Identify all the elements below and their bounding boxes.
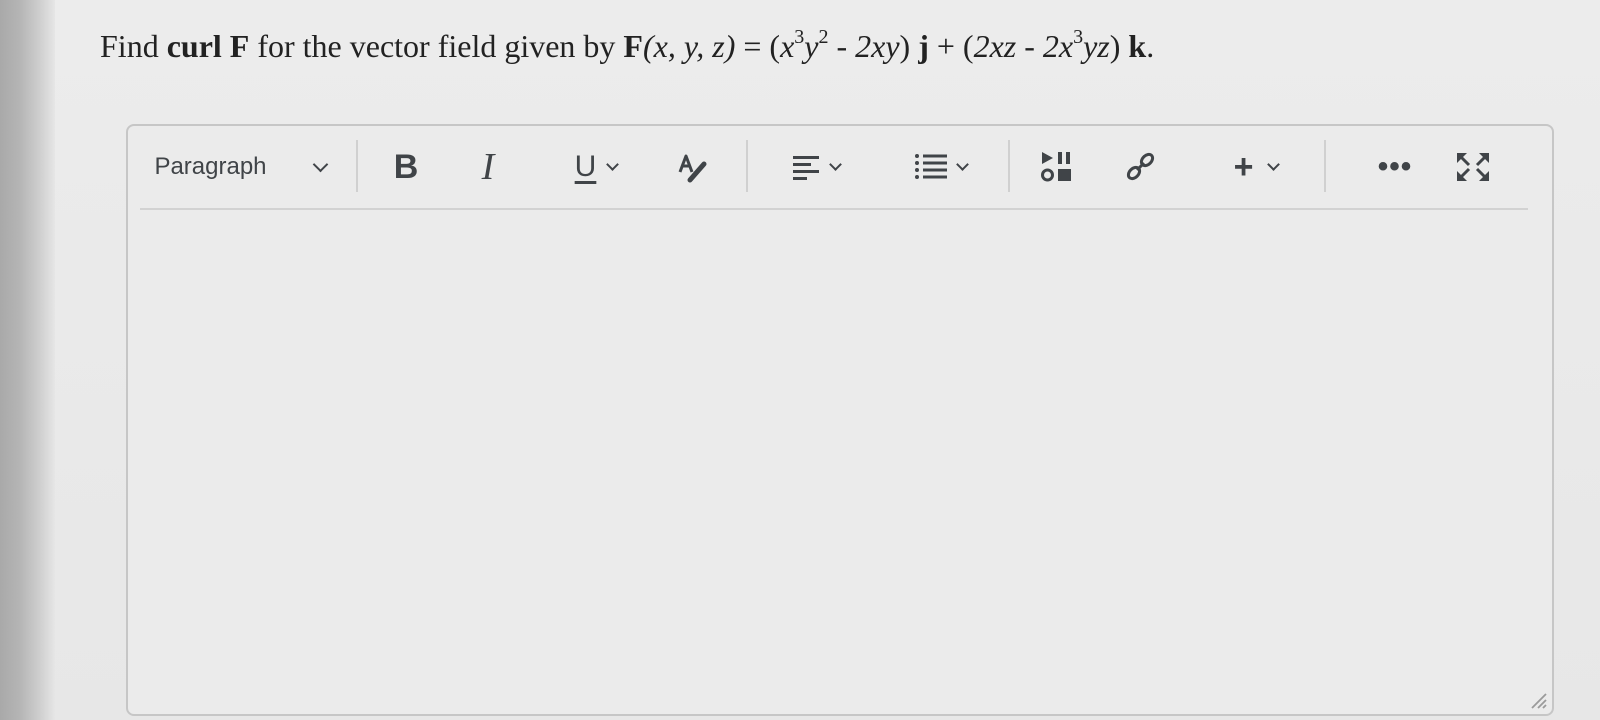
toolbar-separator (356, 140, 358, 192)
toolbar-divider (140, 208, 1528, 210)
chevron-down-icon (828, 157, 842, 171)
italic-button[interactable]: I (466, 146, 510, 188)
question-text: Find curl F for the vector field given b… (100, 26, 1155, 64)
fullscreen-button[interactable] (1448, 146, 1498, 188)
list-dropdown[interactable] (900, 146, 980, 188)
paragraph-style-label: Paragraph (154, 153, 267, 180)
insert-media-button[interactable] (1034, 146, 1080, 188)
chevron-down-icon (955, 157, 969, 171)
list-icon (914, 154, 947, 179)
chevron-down-icon (1267, 157, 1281, 171)
resize-handle-icon[interactable] (1528, 690, 1548, 710)
underline-button[interactable]: U (556, 146, 636, 188)
text-color-icon (678, 154, 707, 183)
toolbar-separator (746, 140, 748, 192)
media-icon (1041, 152, 1071, 182)
fullscreen-icon (1457, 153, 1489, 181)
insert-link-button[interactable] (1118, 146, 1164, 188)
link-icon (1126, 152, 1155, 181)
align-icon (792, 156, 819, 180)
toolbar-separator (1324, 140, 1326, 192)
more-options-button[interactable]: ••• (1370, 146, 1420, 188)
left-screen-edge (0, 0, 55, 720)
toolbar-separator (1008, 140, 1010, 192)
underline-label: U (574, 150, 597, 183)
paragraph-style-dropdown[interactable]: Paragraph (140, 146, 340, 188)
chevron-down-icon (312, 156, 328, 172)
alignment-dropdown[interactable] (776, 146, 854, 188)
editor-toolbar: Paragraph B I U + ••• (128, 126, 1552, 208)
rich-text-editor: Paragraph B I U + ••• (126, 124, 1554, 716)
text-color-button[interactable] (668, 146, 718, 188)
insert-dropdown[interactable]: + (1216, 146, 1296, 188)
editor-content-area[interactable] (140, 212, 1528, 706)
bold-button[interactable]: B (384, 146, 428, 188)
chevron-down-icon (606, 157, 620, 171)
plus-icon: + (1233, 147, 1254, 186)
